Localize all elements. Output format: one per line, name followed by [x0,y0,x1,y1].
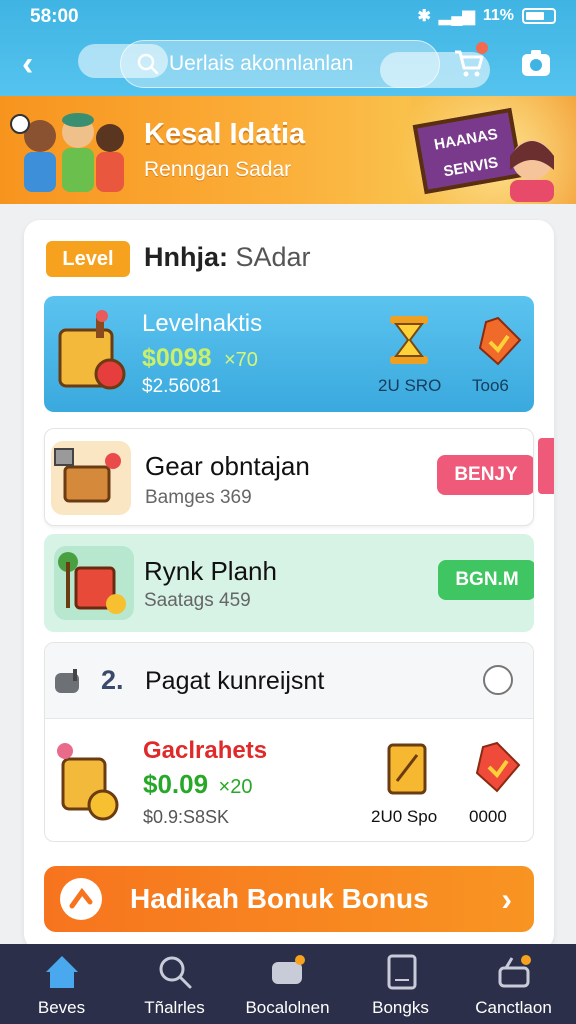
list-item-multiplier: ×20 [218,776,253,798]
battery-icon [522,8,556,24]
list-header-num: 2. [101,665,124,695]
banner-title: Kesal Idatia [144,118,306,150]
list-item-price-row: $0.09 ×20 [143,769,252,800]
item-action-button[interactable]: BGN.M [438,560,534,600]
nav-item-home[interactable]: Beves [4,944,119,1024]
signal-icon: ▂▄▆ [438,8,475,25]
featured-card[interactable]: Levelnaktis $0098 ×70 $2.56081 2U SRO To… [44,296,534,412]
bottom-nav: Beves Tñalrles Bocalolnen Bongks Canctla… [0,944,576,1024]
list-stat2: 0000 [469,807,507,826]
gift-icon [58,552,126,614]
featured-multiplier: ×70 [223,349,258,371]
nav-item-search[interactable]: Tñalrles [117,944,232,1024]
featured-name: Levelnaktis [142,310,263,337]
list-radio[interactable] [483,665,513,695]
list-card: 2. Pagat kunreijsnt Gaclrahets $0.09 ×20… [44,642,534,842]
chevron-right-icon: › [501,881,512,917]
bonus-icon [60,878,102,920]
level-badge: Level [46,241,130,277]
item-thumb [51,441,131,515]
bag-icon [57,743,119,821]
status-time: 58:00 [30,6,79,27]
list-item-name: Gaclrahets [143,737,268,764]
search-placeholder: Uerlais akonnlanlan [169,52,354,75]
banner-subtitle: Renngan Sadar [144,158,292,181]
item-card[interactable]: Gear obntajan Bamges 369 BENJY [44,428,534,526]
search-input[interactable]: Uerlais akonnlanlan [120,40,440,88]
nav-item-books[interactable]: Bongks [343,944,458,1024]
camera-icon [522,50,550,76]
edge-tab [538,438,554,494]
tag-icon [478,316,522,366]
back-button[interactable]: ‹ [22,46,52,82]
search-icon [159,956,192,989]
featured-subprice: $2.56081 [142,376,222,397]
box-icon [54,448,121,503]
nav-label: Bocalolnen [245,998,330,1017]
promo-banner[interactable]: Kesal Idatia Renngan Sadar HAANAS SENVIS [0,96,576,204]
featured-price: $0098 [142,344,212,372]
cart-badge [476,42,488,54]
book-icon [387,954,417,990]
nav-label: Beves [37,998,86,1017]
featured-stat2: Too6 [472,376,509,395]
list-header[interactable]: 2. Pagat kunreijsnt [45,643,533,719]
item-sub: Bamges 369 [145,487,252,508]
bonus-button[interactable]: Hadikah Bonuk Bonus › [44,866,534,932]
level-title-light: SAdar [228,242,311,272]
level-title: Hnhja: SAdar [144,242,311,273]
item-card[interactable]: Rynk Planh Saatags 459 BGN.M [44,534,534,632]
tag-icon [475,741,521,793]
item-name: Rynk Planh [144,556,277,586]
item-name: Gear obntajan [145,451,310,481]
home-icon [46,956,78,988]
list-stat1: 2U0 Spo [371,807,438,826]
item-sub: Saatags 459 [144,590,251,611]
girl-illustration [510,140,554,202]
chat-icon [272,955,305,984]
bag-icon [58,310,126,390]
list-item-price: $0.09 [143,769,209,799]
battery-text: 11% [482,7,514,24]
list-item-sub: $0.9:S8SK [143,807,230,827]
nav-label: Tñalrles [144,998,205,1017]
kids-illustration [10,113,124,192]
top-bar: 58:00 ✱ ▂▄▆ 11% ‹ Uerlais akonnlanlan [0,0,576,96]
item-action-button[interactable]: BENJY [437,455,533,495]
item-thumb [54,546,134,620]
ticket-icon [387,743,427,795]
nav-item-chat[interactable]: Bocalolnen [230,944,345,1024]
nav-item-cart[interactable]: Canctlaon [456,944,571,1024]
status-bar: 58:00 ✱ ▂▄▆ 11% [30,6,556,28]
list-header-title: Pagat kunreijsnt [145,667,325,695]
bonus-label: Hadikah Bonuk Bonus [130,883,429,914]
bluetooth-icon: ✱ [417,8,431,25]
mailbox-icon [55,669,79,693]
basket-icon [498,955,531,988]
level-title-bold: Hnhja: [144,242,228,272]
camera-button[interactable] [520,48,552,78]
search-icon [137,53,159,75]
featured-stat1: 2U SRO [378,376,442,395]
featured-price-row: $0098 ×70 [142,344,258,373]
nav-label: Canctlaon [475,998,552,1017]
nav-label: Bongks [372,998,429,1017]
hourglass-icon [390,316,428,364]
cart-button[interactable] [452,42,488,80]
